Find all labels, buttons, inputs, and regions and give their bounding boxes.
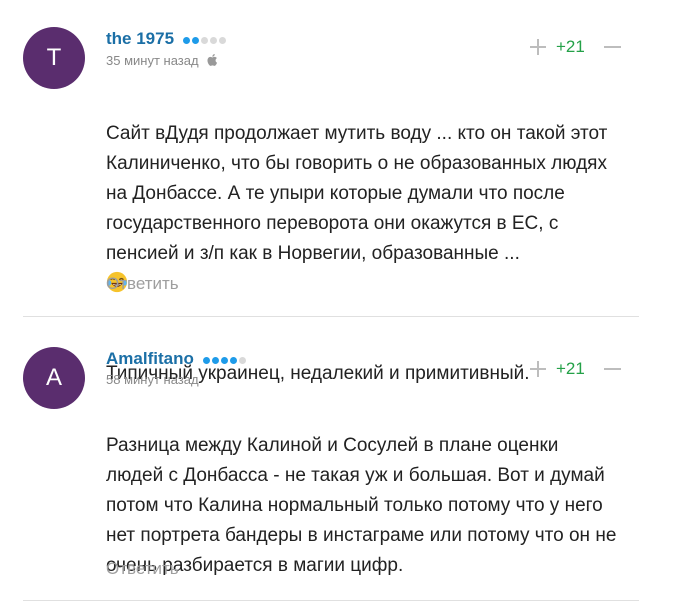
rating-dot-active (211, 356, 219, 364)
divider (23, 316, 639, 317)
timestamp-text: 58 минут назад (106, 372, 199, 387)
downvote-button[interactable] (602, 359, 622, 379)
comment-item: A Amalfitano 58 минут назад +21 Разница … (0, 318, 691, 603)
user-rating-dots (182, 30, 228, 50)
comment-text: Разница между Калиной и Сосулей в плане … (106, 401, 646, 581)
comments-feed: T the 1975 35 минут назад +21 Сайт вДудя… (0, 0, 691, 603)
rating-dot-inactive (200, 36, 208, 44)
comment-rating: +21 (556, 359, 585, 378)
username-link[interactable]: the 1975 (106, 29, 228, 50)
comment-text-body: Сайт вДудя продолжает мутить воду ... кт… (106, 123, 608, 264)
comment-timestamp: 58 минут назад (106, 372, 199, 387)
username-text[interactable]: the 1975 (106, 29, 174, 48)
rating-dot-active (202, 356, 210, 364)
username-text[interactable]: Amalfitano (106, 349, 194, 368)
reply-link[interactable]: Ответить (106, 559, 179, 579)
username-link[interactable]: Amalfitano (106, 349, 248, 370)
rating-dot-active (229, 356, 237, 364)
comment-item: T the 1975 35 минут назад +21 Сайт вДудя… (0, 0, 691, 384)
timestamp-text: 35 минут назад (106, 53, 199, 68)
rating-dot-active (191, 36, 199, 44)
divider (23, 600, 639, 601)
rating-dot-inactive (238, 356, 246, 364)
upvote-button[interactable] (528, 359, 548, 379)
rating-dot-inactive (209, 36, 217, 44)
rating-dot-inactive (218, 36, 226, 44)
reply-link[interactable]: Ответить (106, 274, 179, 294)
avatar[interactable]: A (23, 347, 85, 409)
downvote-button[interactable] (602, 37, 622, 57)
apple-icon (207, 53, 218, 66)
upvote-button[interactable] (528, 37, 548, 57)
comment-rating: +21 (556, 37, 585, 56)
avatar[interactable]: T (23, 27, 85, 89)
rating-dot-active (182, 36, 190, 44)
user-rating-dots (202, 350, 248, 370)
comment-text-body: Разница между Калиной и Сосулей в плане … (106, 435, 617, 576)
comment-timestamp: 35 минут назад (106, 53, 220, 68)
rating-dot-active (220, 356, 228, 364)
